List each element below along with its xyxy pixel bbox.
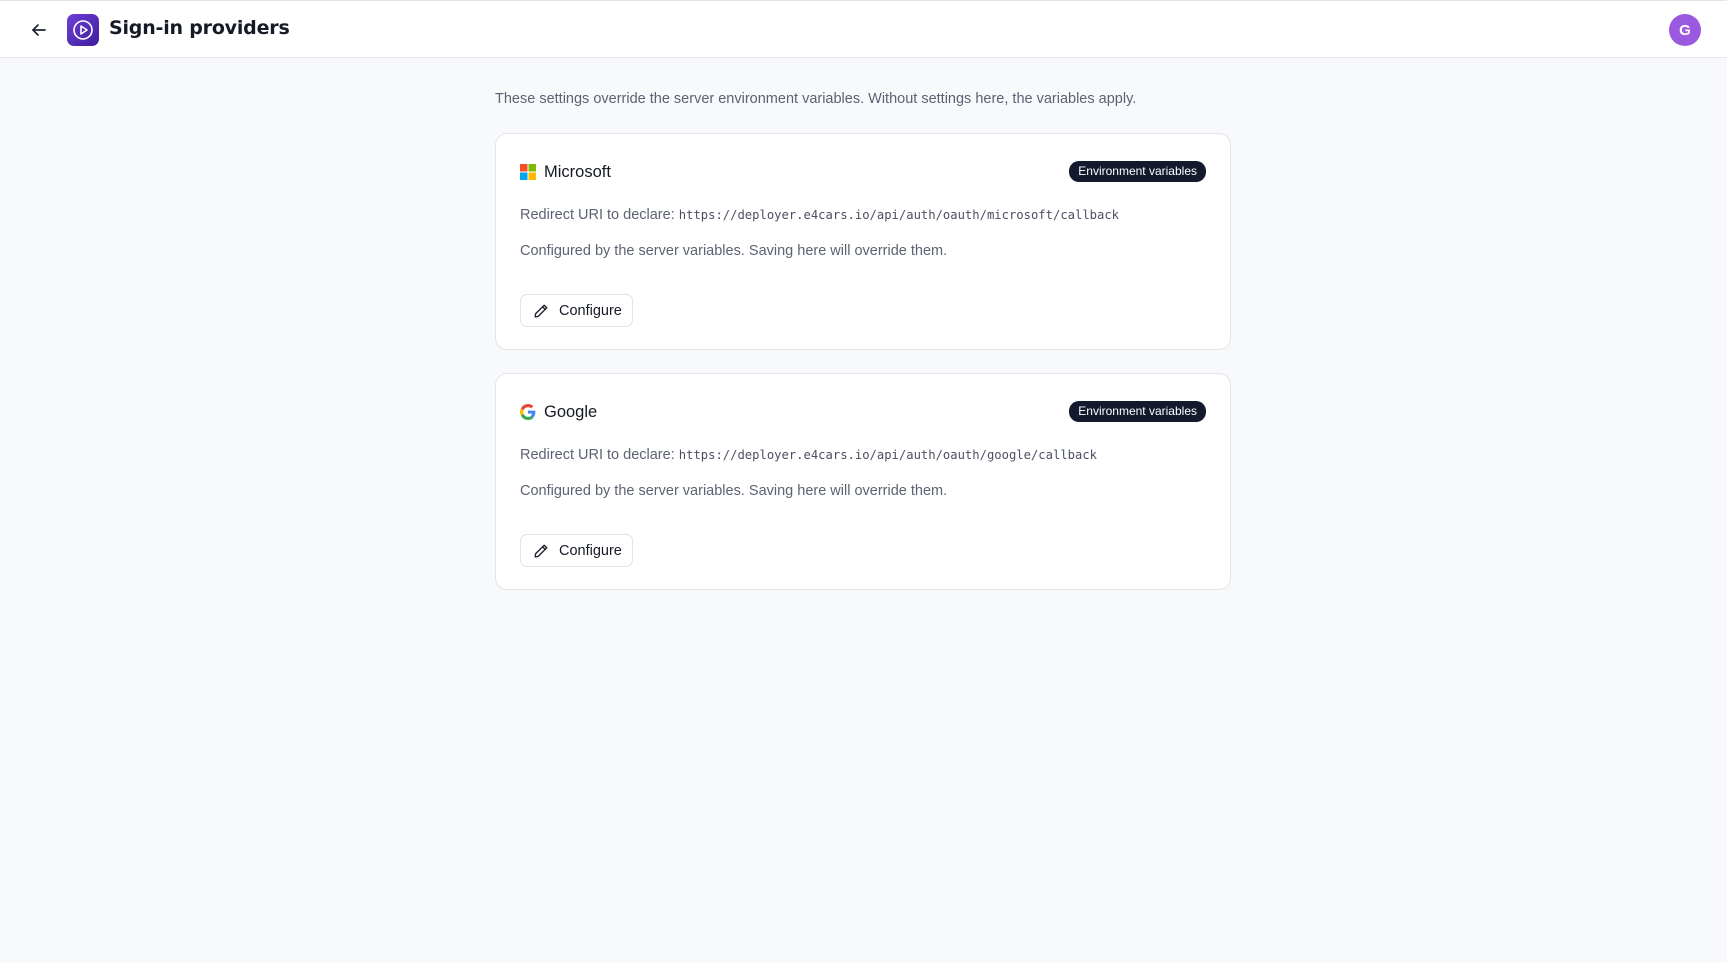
provider-card-google: Google Environment variables Redirect UR… <box>495 373 1231 590</box>
redirect-uri[interactable]: https://deployer.e4cars.io/api/auth/oaut… <box>679 208 1119 222</box>
redirect-uri-row: Redirect URI to declare: https://deploye… <box>520 207 1119 223</box>
card-header: Google Environment variables <box>520 400 1206 424</box>
pencil-icon <box>533 303 549 319</box>
app-logo <box>67 14 99 46</box>
google-logo-icon <box>520 404 536 420</box>
arrow-left-icon <box>32 24 46 36</box>
card-header: Microsoft Environment variables <box>520 160 1206 184</box>
configure-label: Configure <box>559 542 622 559</box>
redirect-label: Redirect URI to declare: <box>520 207 675 223</box>
configure-button[interactable]: Configure <box>520 534 633 567</box>
play-circle-icon <box>73 20 93 40</box>
configured-status: Configured by the server variables. Savi… <box>520 243 948 259</box>
provider-name: Microsoft <box>544 162 611 181</box>
page-title: Sign-in providers <box>109 17 290 39</box>
top-bar: Sign-in providers G <box>0 0 1727 58</box>
provider-card-microsoft: Microsoft Environment variables Redirect… <box>495 133 1231 350</box>
status-badge: Environment variables <box>1069 161 1206 182</box>
back-button[interactable] <box>26 17 52 43</box>
redirect-label: Redirect URI to declare: <box>520 447 675 463</box>
configured-status: Configured by the server variables. Savi… <box>520 483 948 499</box>
redirect-uri[interactable]: https://deployer.e4cars.io/api/auth/oaut… <box>679 448 1097 462</box>
avatar[interactable]: G <box>1669 14 1701 46</box>
redirect-uri-row: Redirect URI to declare: https://deploye… <box>520 447 1097 463</box>
configure-button[interactable]: Configure <box>520 294 633 327</box>
provider-name: Google <box>544 402 598 421</box>
status-badge: Environment variables <box>1069 401 1206 422</box>
intro-text: These settings override the server envir… <box>495 91 1137 107</box>
microsoft-logo-icon <box>520 164 536 180</box>
pencil-icon <box>533 543 549 559</box>
configure-label: Configure <box>559 302 622 319</box>
